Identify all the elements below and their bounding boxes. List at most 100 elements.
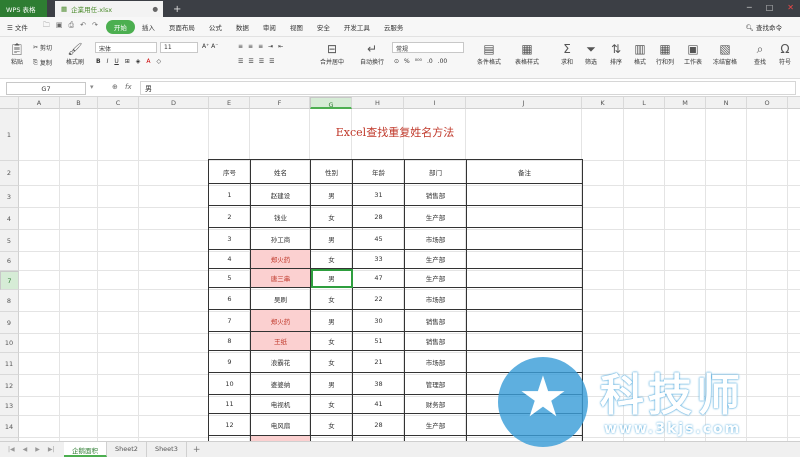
last-sheet-icon[interactable]: ▶| bbox=[48, 446, 55, 453]
row-header-9[interactable]: 9 bbox=[0, 312, 19, 334]
fill-color-icon[interactable]: ◈ bbox=[136, 58, 141, 65]
cell-note[interactable] bbox=[466, 309, 583, 332]
cell-no[interactable]: 1 bbox=[208, 183, 251, 206]
cell-dept[interactable]: 管理部 bbox=[404, 372, 467, 395]
cell-age[interactable]: 22 bbox=[352, 287, 405, 310]
new-tab-button[interactable]: + bbox=[173, 4, 181, 15]
row-header-7[interactable]: 7 bbox=[0, 271, 19, 290]
column-header-p[interactable]: P bbox=[788, 97, 800, 109]
menu-security[interactable]: 安全 bbox=[310, 22, 337, 32]
cell-age[interactable]: 51 bbox=[352, 331, 405, 351]
column-header-o[interactable]: O bbox=[747, 97, 788, 109]
cell-dept[interactable]: 市场部 bbox=[404, 350, 467, 373]
cell-name[interactable]: 王纸 bbox=[250, 331, 311, 351]
cell-no[interactable]: 7 bbox=[208, 309, 251, 332]
next-sheet-icon[interactable]: ▶ bbox=[35, 446, 40, 453]
row-header-1[interactable]: 1 bbox=[0, 109, 19, 161]
cell-name[interactable]: 电风扇 bbox=[250, 413, 311, 436]
clear-icon[interactable]: ◇ bbox=[157, 58, 162, 65]
header-no[interactable]: 序号 bbox=[208, 159, 251, 184]
row-header-14[interactable]: 14 bbox=[0, 416, 19, 438]
cell-dept[interactable]: 市场部 bbox=[404, 287, 467, 310]
app-tab[interactable]: WPS 表格 bbox=[0, 0, 47, 17]
row-header-11[interactable]: 11 bbox=[0, 353, 19, 375]
column-header-k[interactable]: K bbox=[582, 97, 624, 109]
fx-icon[interactable]: fx bbox=[125, 83, 132, 91]
column-header-m[interactable]: M bbox=[665, 97, 706, 109]
row-header-12[interactable]: 12 bbox=[0, 375, 19, 397]
cell-name[interactable]: 赵建设 bbox=[250, 183, 311, 206]
row-header-8[interactable]: 8 bbox=[0, 290, 19, 312]
number-format-select[interactable]: 常规 bbox=[392, 42, 464, 53]
column-header-e[interactable]: E bbox=[209, 97, 250, 109]
save-icon[interactable]: ▣ bbox=[56, 21, 63, 32]
header-age[interactable]: 年龄 bbox=[352, 159, 405, 184]
cell-gender[interactable]: 男 bbox=[310, 309, 353, 332]
bold-icon[interactable]: B bbox=[96, 58, 101, 65]
menu-home[interactable]: 开始 bbox=[105, 19, 135, 34]
row-header-2[interactable]: 2 bbox=[0, 161, 19, 186]
cell-age[interactable]: 45 bbox=[352, 227, 405, 250]
justify-icon[interactable]: ☰ bbox=[269, 58, 274, 65]
cell-note[interactable] bbox=[466, 268, 583, 288]
font-name-select[interactable]: 宋体 bbox=[95, 42, 157, 53]
file-tab[interactable]: ▦ 企業用任.xlsx ● bbox=[55, 1, 163, 17]
cell-age[interactable]: 30 bbox=[352, 309, 405, 332]
cell-gender[interactable]: 女 bbox=[310, 249, 353, 269]
sheet-tab-2[interactable]: Sheet2 bbox=[107, 442, 147, 457]
column-header-i[interactable]: I bbox=[404, 97, 466, 109]
column-header-c[interactable]: C bbox=[98, 97, 139, 109]
cell-name[interactable]: 郑火药 bbox=[250, 249, 311, 269]
cell-name[interactable]: 婆婆纳 bbox=[250, 372, 311, 395]
cell-gender[interactable]: 女 bbox=[310, 413, 353, 436]
cell-no[interactable]: 10 bbox=[208, 372, 251, 395]
cell-no[interactable]: 3 bbox=[208, 227, 251, 250]
close-tab-icon[interactable]: ● bbox=[152, 5, 158, 13]
cell-note[interactable] bbox=[466, 227, 583, 250]
column-header-a[interactable]: A bbox=[19, 97, 60, 109]
cut-button[interactable]: ✂ 剪切 bbox=[33, 43, 52, 52]
column-header-g[interactable]: G bbox=[310, 97, 352, 109]
cell-dept[interactable]: 销售部 bbox=[404, 331, 467, 351]
menu-cloud[interactable]: 云服务 bbox=[377, 22, 411, 32]
name-box[interactable]: G7 bbox=[6, 82, 86, 95]
thousands-icon[interactable]: ⁰⁰⁰ bbox=[415, 58, 422, 65]
cell-dept[interactable]: 销售部 bbox=[404, 309, 467, 332]
cell-age[interactable]: 38 bbox=[352, 372, 405, 395]
cell-note[interactable] bbox=[466, 249, 583, 269]
freeze-button[interactable]: ▧ 冻结窗格 bbox=[708, 41, 742, 66]
add-sheet-button[interactable]: + bbox=[193, 445, 201, 455]
select-all-corner[interactable] bbox=[0, 97, 19, 109]
row-header-4[interactable]: 4 bbox=[0, 208, 19, 230]
column-header-f[interactable]: F bbox=[250, 97, 310, 109]
currency-icon[interactable]: ⊙ bbox=[394, 58, 399, 65]
cell-name[interactable]: 郑火药 bbox=[250, 309, 311, 332]
conditional-format-button[interactable]: ▤ 条件格式 bbox=[472, 41, 506, 66]
wrap-text-button[interactable]: ↵ 自动换行 bbox=[352, 41, 392, 66]
menu-developer[interactable]: 开发工具 bbox=[337, 22, 377, 32]
italic-icon[interactable]: I bbox=[107, 58, 109, 65]
align-center-icon[interactable]: ☰ bbox=[248, 58, 253, 65]
column-header-d[interactable]: D bbox=[139, 97, 209, 109]
row-header-6[interactable]: 6 bbox=[0, 252, 19, 271]
cell-note[interactable] bbox=[466, 331, 583, 351]
cell-dept[interactable]: 生产部 bbox=[404, 413, 467, 436]
cell-name[interactable]: 唐三串 bbox=[250, 268, 311, 288]
font-grow-icons[interactable]: A⁺ A⁻ bbox=[202, 43, 218, 50]
paste-button[interactable]: 📋︎ 粘贴 bbox=[2, 41, 32, 66]
sheet-tab-1[interactable]: 企鹅面积 bbox=[64, 442, 107, 457]
underline-icon[interactable]: U bbox=[114, 58, 118, 65]
cell-gender[interactable]: 男 bbox=[310, 372, 353, 395]
align-right-icon[interactable]: ☰ bbox=[259, 58, 264, 65]
cell-name[interactable]: 浪霸花 bbox=[250, 350, 311, 373]
column-header-j[interactable]: J bbox=[466, 97, 582, 109]
row-header-13[interactable]: 13 bbox=[0, 397, 19, 416]
cell-gender[interactable]: 女 bbox=[310, 287, 353, 310]
cell-age[interactable]: 28 bbox=[352, 413, 405, 436]
maximize-icon[interactable]: □ bbox=[766, 3, 774, 12]
cell-dept[interactable]: 市场部 bbox=[404, 227, 467, 250]
cell-no[interactable]: 5 bbox=[208, 268, 251, 288]
header-note[interactable]: 备注 bbox=[466, 159, 583, 184]
formula-input[interactable]: 男 bbox=[140, 81, 796, 95]
name-box-dropdown-icon[interactable]: ▾ bbox=[90, 83, 94, 91]
